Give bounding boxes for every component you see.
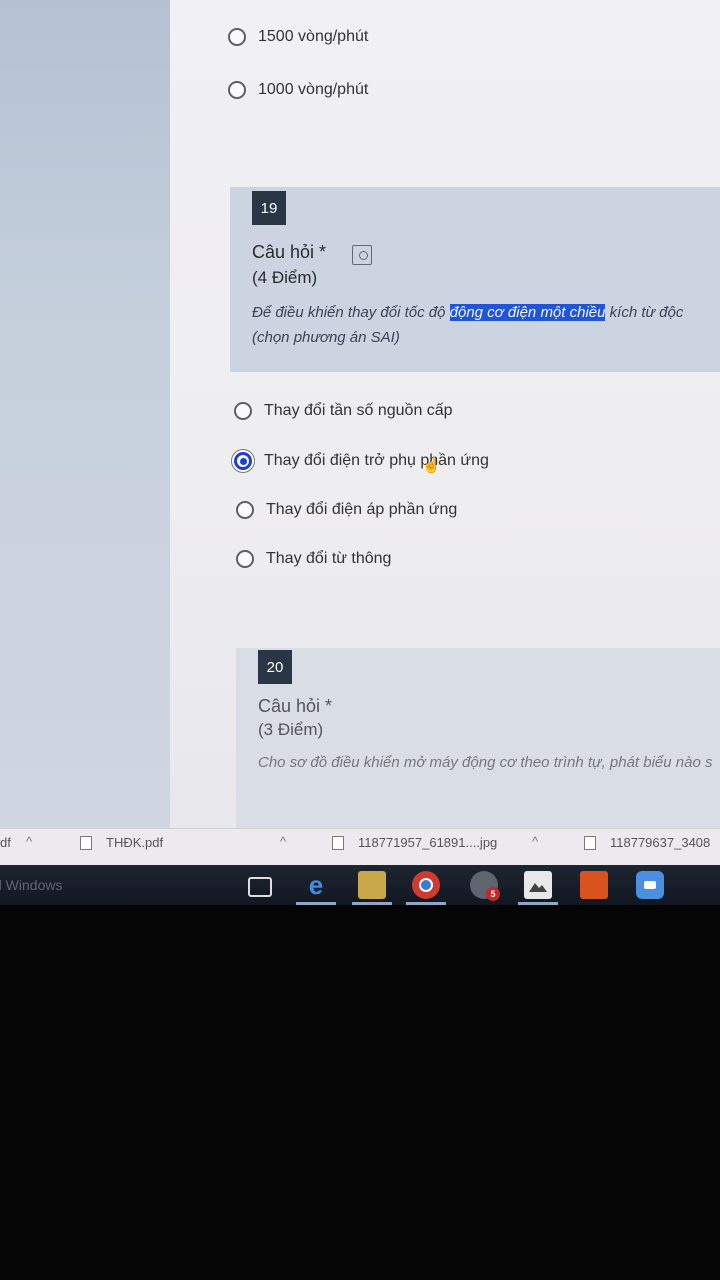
chevron-up-icon[interactable]: ^ <box>26 834 32 849</box>
question-points: (4 Điểm) <box>252 268 318 287</box>
notification-badge: 5 <box>486 887 500 901</box>
pdf-file-icon <box>80 835 92 850</box>
image-file-icon <box>584 835 596 850</box>
radio-button[interactable] <box>234 402 252 420</box>
question-number: 20 <box>258 650 292 684</box>
active-app-indicator <box>406 902 446 905</box>
zoom-icon[interactable] <box>636 871 664 899</box>
question-title: Câu hỏi * <box>258 696 333 716</box>
taskbar-label: d Windows <box>0 877 63 893</box>
radio-button[interactable] <box>228 81 246 99</box>
question-text: Để điều khiển thay đổi tốc độ động cơ đi… <box>252 304 683 321</box>
image-file-icon <box>332 835 344 850</box>
question-19-header: 19 Câu hỏi * (4 Điểm) Để điều khiển thay… <box>230 187 720 372</box>
option-dien-ap[interactable]: Thay đổi điện áp phần ứng <box>236 501 457 519</box>
question-text: Cho sơ đồ điều khiển mở máy động cơ theo… <box>258 754 713 771</box>
notification-app-icon[interactable]: 5 <box>470 871 500 901</box>
option-label: Thay đổi tần số nguồn cấp <box>264 402 453 419</box>
windows-taskbar: d Windows e 5 <box>0 865 720 905</box>
question-text-start: Để điều khiển thay đổi tốc độ <box>252 304 450 321</box>
photos-icon[interactable] <box>524 871 552 899</box>
download-fragment: df <box>0 835 11 850</box>
office-icon[interactable] <box>580 871 608 899</box>
immersive-reader-icon[interactable] <box>352 245 372 265</box>
option-1500[interactable]: 1500 vòng/phút <box>228 28 368 46</box>
download-filename: 118779637_3408 <box>610 835 711 850</box>
left-background-panel <box>0 0 170 828</box>
option-tan-so[interactable]: Thay đổi tần số nguồn cấp <box>234 402 453 420</box>
active-app-indicator <box>518 902 558 905</box>
chevron-up-icon[interactable]: ^ <box>532 834 538 849</box>
download-filename: THĐK.pdf <box>106 835 164 850</box>
file-explorer-icon[interactable] <box>358 871 386 899</box>
active-app-indicator <box>352 902 392 905</box>
chrome-icon[interactable] <box>412 871 440 899</box>
download-item[interactable]: THĐK.pdf <box>80 835 163 850</box>
active-app-indicator <box>296 902 336 905</box>
download-filename: 118771957_61891....jpg <box>358 835 498 850</box>
highlighted-text: động cơ điện một chiều <box>449 304 606 321</box>
task-view-icon[interactable] <box>248 877 272 897</box>
download-item[interactable]: 118779637_3408 <box>584 835 710 850</box>
radio-button[interactable] <box>236 501 254 519</box>
option-1000[interactable]: 1000 vòng/phút <box>228 81 368 99</box>
option-label: 1500 vòng/phút <box>258 28 369 45</box>
radio-button[interactable] <box>236 550 254 568</box>
downloads-bar: df ^ THĐK.pdf ^ 118771957_61891....jpg ^… <box>0 828 720 865</box>
option-label: Thay đổi điện trở phụ phần ứng <box>264 452 489 469</box>
option-tu-thong[interactable]: Thay đổi từ thông <box>236 550 391 568</box>
edge-icon[interactable]: e <box>302 870 330 900</box>
screen: 1500 vòng/phút 1000 vòng/phút 19 Câu hỏi… <box>0 0 720 905</box>
chevron-up-icon[interactable]: ^ <box>280 834 286 849</box>
option-dien-tro-phu[interactable]: Thay đổi điện trở phụ phần ứng ☝ <box>234 452 489 474</box>
question-number: 19 <box>252 191 286 225</box>
download-item[interactable]: 118771957_61891....jpg <box>332 835 497 850</box>
question-title: Câu hỏi * <box>252 242 327 262</box>
option-label: Thay đổi điện áp phần ứng <box>266 501 458 518</box>
radio-button[interactable] <box>228 28 246 46</box>
question-points: (3 Điểm) <box>258 720 324 739</box>
mouse-cursor-icon: ☝ <box>422 457 441 474</box>
option-label: Thay đổi từ thông <box>266 550 392 567</box>
question-text-end: kích từ độc <box>605 304 684 321</box>
question-instruction: (chọn phương án SAI) <box>252 329 400 346</box>
radio-button-selected[interactable] <box>234 452 252 470</box>
question-20-header: 20 Câu hỏi * (3 Điểm) Cho sơ đồ điều khi… <box>236 648 720 828</box>
option-label: 1000 vòng/phút <box>258 81 369 98</box>
